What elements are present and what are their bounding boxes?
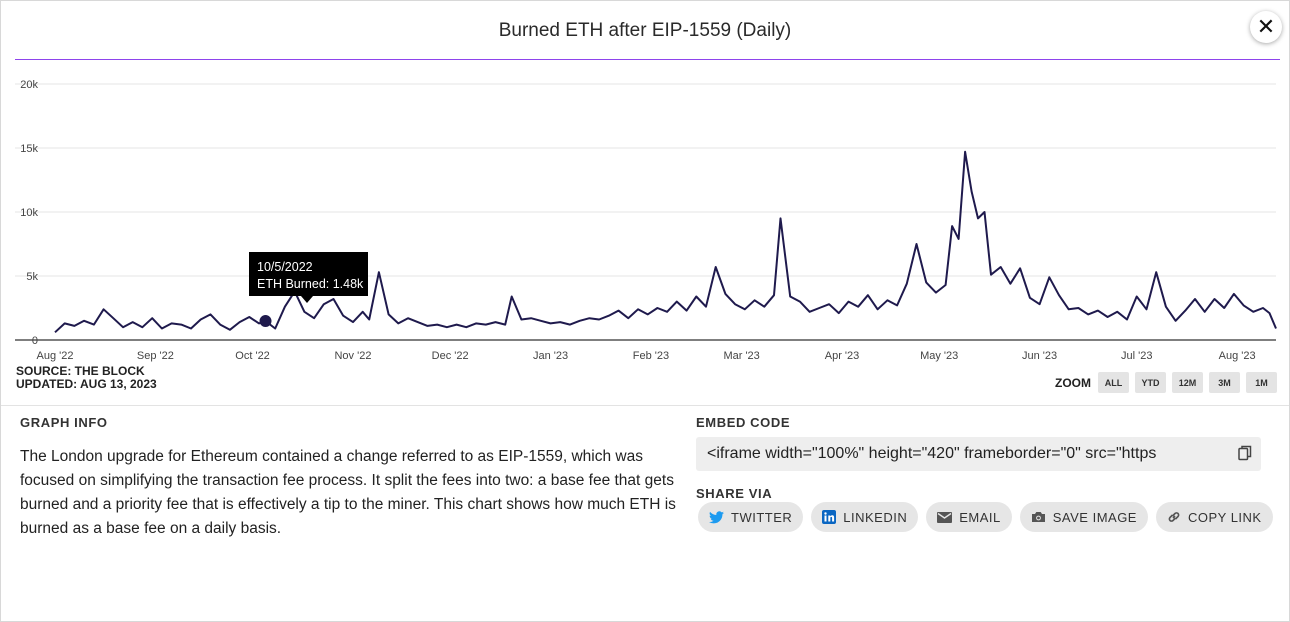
zoom-ytd-button[interactable]: YTD	[1135, 372, 1166, 393]
zoom-1m-button[interactable]: 1M	[1246, 372, 1277, 393]
tooltip-value: ETH Burned: 1.48k	[257, 277, 364, 291]
updated-text: UPDATED: AUG 13, 2023	[16, 377, 157, 391]
x-tick-label: Jul '23	[1121, 350, 1152, 362]
twitter-icon	[709, 510, 724, 523]
x-tick-label: Jun '23	[1022, 350, 1057, 362]
x-tick-label: Sep '22	[137, 350, 174, 362]
x-axis-labels: Aug '22 Sep '22 Oct '22 Nov '22 Dec '22 Jan '…	[37, 350, 1256, 362]
camera-icon	[1031, 512, 1045, 522]
copy-link-label: COPY LINK	[1187, 509, 1262, 525]
email-share-button[interactable]: EMAIL	[926, 502, 1012, 532]
twitter-share-button[interactable]: TWITTER	[698, 502, 804, 532]
graph-info-heading: GRAPH INFO	[20, 415, 108, 430]
close-icon[interactable]: ✕	[1250, 11, 1282, 43]
linkedin-label: LINKEDIN	[843, 509, 908, 525]
x-tick-label: May '23	[920, 350, 958, 362]
copy-icon[interactable]	[1238, 445, 1252, 461]
x-tick-label: Mar '23	[723, 350, 759, 362]
email-label: EMAIL	[959, 509, 1001, 525]
x-tick-label: Dec '22	[432, 350, 469, 362]
save-image-button[interactable]: SAVE IMAGE	[1019, 502, 1148, 532]
share-via-heading: SHARE VIA	[696, 486, 773, 501]
x-tick-label: Jan '23	[533, 350, 568, 362]
linkedin-share-button[interactable]: LINKEDIN	[811, 502, 919, 532]
grid-lines	[15, 83, 1276, 341]
tooltip-date: 10/5/2022	[257, 260, 313, 274]
y-tick-label: 20k	[20, 79, 38, 91]
series-area	[54, 150, 1277, 334]
x-tick-label: Aug '23	[1219, 350, 1256, 362]
line-chart[interactable]: 0 5k 10k 15k 20k Aug '22 Sep '22 Oct '22 Nov '2…	[0, 60, 1290, 375]
share-buttons: TWITTER LINKEDIN EMAIL SAVE IMAGE COPY L…	[698, 502, 1281, 532]
tooltip: 10/5/2022 ETH Burned: 1.48k	[249, 252, 368, 328]
twitter-label: TWITTER	[731, 509, 793, 525]
y-tick-label: 10k	[20, 207, 38, 219]
zoom-controls: ZOOM ALL YTD 12M 3M 1M	[1055, 372, 1283, 393]
y-tick-label: 5k	[26, 271, 38, 283]
x-tick-label: Aug '22	[37, 350, 74, 362]
y-tick-label: 0	[32, 335, 38, 347]
x-tick-label: Apr '23	[825, 350, 860, 362]
section-divider	[1, 405, 1289, 406]
series-line	[54, 150, 1277, 334]
copy-link-button[interactable]: COPY LINK	[1155, 502, 1273, 532]
save-image-label: SAVE IMAGE	[1052, 509, 1137, 525]
x-tick-label: Oct '22	[235, 350, 270, 362]
linkedin-icon	[822, 510, 837, 524]
y-axis-labels: 0 5k 10k 15k 20k	[20, 79, 38, 347]
hover-marker	[259, 315, 272, 328]
embed-code-text[interactable]: <iframe width="100%" height="420" frameb…	[707, 445, 1223, 463]
link-icon	[1168, 512, 1180, 522]
embed-code-heading: EMBED CODE	[696, 415, 791, 430]
zoom-label: ZOOM	[1055, 375, 1091, 390]
tooltip-pointer	[301, 296, 313, 303]
zoom-12m-button[interactable]: 12M	[1172, 372, 1203, 393]
y-tick-label: 15k	[20, 143, 38, 155]
x-tick-label: Nov '22	[334, 350, 371, 362]
chart-title: Burned ETH after EIP-1559 (Daily)	[498, 20, 792, 41]
source-credit: SOURCE: THE BLOCK UPDATED: AUG 13, 2023	[16, 365, 157, 391]
graph-info-text: The London upgrade for Ethereum containe…	[20, 448, 676, 537]
embed-code-field[interactable]: <iframe width="100%" height="420" frameb…	[696, 437, 1261, 471]
email-icon	[937, 511, 953, 523]
x-tick-label: Feb '23	[633, 350, 669, 362]
zoom-all-button[interactable]: ALL	[1098, 372, 1129, 393]
zoom-3m-button[interactable]: 3M	[1209, 372, 1240, 393]
